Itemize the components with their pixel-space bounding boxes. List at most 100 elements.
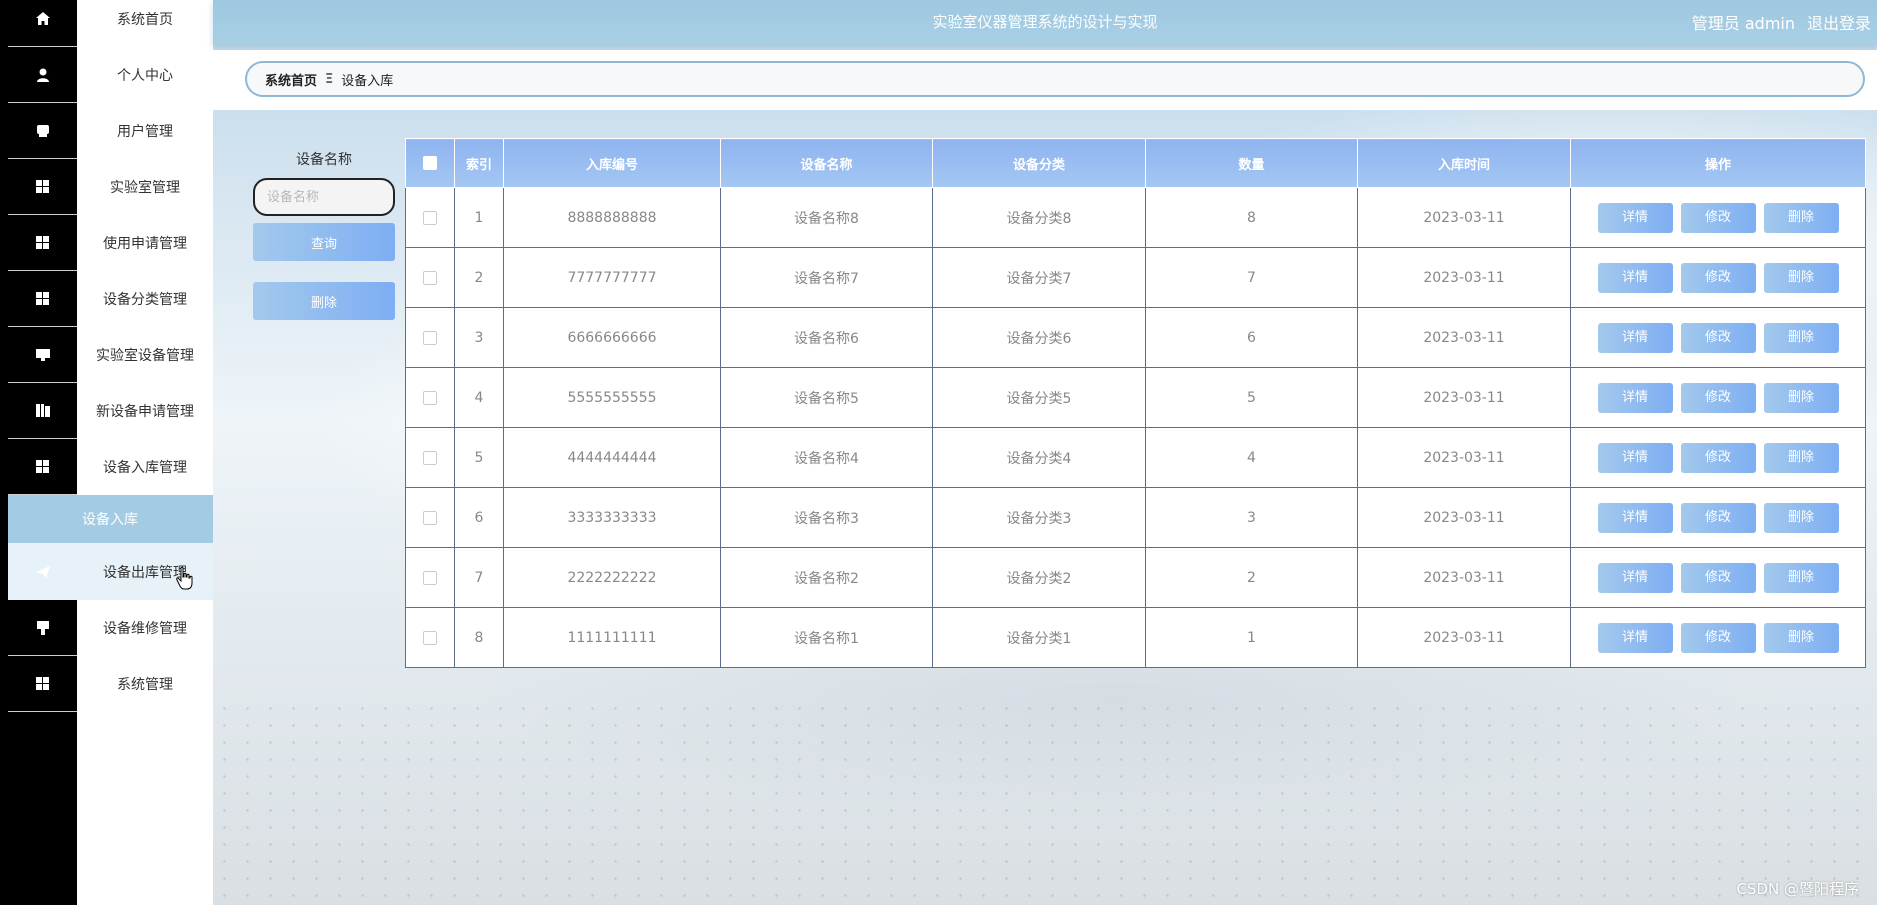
chat-icon [8,103,77,159]
edit-button[interactable]: 修改 [1680,622,1756,653]
sidebar-item-label: 设备分类管理 [103,292,187,308]
detail-button[interactable]: 详情 [1597,622,1673,653]
table-row: 6 3333333333 设备名称3 设备分类3 3 2023-03-11 详情 修改 删除 [405,487,1866,548]
row-checkbox[interactable] [423,450,437,465]
sidebar-item[interactable]: 实验室管理 [0,159,213,215]
sidebar-item[interactable]: 设备分类管理 [0,271,213,327]
table-row: 8 1111111111 设备名称1 设备分类1 1 2023-03-11 详情 修改 删除 [405,607,1866,668]
inbound-date: 2023-03-11 [1357,247,1571,308]
actions-cell: 详情 修改 删除 [1570,367,1866,428]
delete-button[interactable]: 删除 [1763,442,1839,473]
inbound-date: 2023-03-11 [1357,187,1571,248]
inbound-code: 3333333333 [503,487,721,548]
top-header: 实验室仪器管理系统的设计与实现 管理员 admin 退出登录 [213,0,1877,44]
sidebar-item[interactable]: 实验室设备管理 [0,327,213,383]
table-row: 3 6666666666 设备名称6 设备分类6 6 2023-03-11 详情 修改 删除 [405,307,1866,368]
equipment-name: 设备名称4 [720,427,933,488]
detail-button[interactable]: 详情 [1597,202,1673,233]
row-select-cell[interactable] [405,187,455,248]
sidebar-item[interactable]: 系统首页 [0,0,213,47]
grid-icon [8,439,77,495]
equipment-category: 设备分类7 [932,247,1146,308]
edit-button[interactable]: 修改 [1680,262,1756,293]
delete-button[interactable]: 删除 [1763,562,1839,593]
row-checkbox[interactable] [423,390,437,405]
delete-button[interactable]: 删除 [1763,202,1839,233]
row-index: 2 [454,247,504,308]
detail-button[interactable]: 详情 [1597,502,1673,533]
send-icon [8,543,77,600]
delete-button[interactable]: 删除 [1763,502,1839,533]
inbound-date: 2023-03-11 [1357,607,1571,668]
row-checkbox[interactable] [423,630,437,645]
detail-button[interactable]: 详情 [1597,382,1673,413]
row-checkbox[interactable] [423,510,437,525]
sidebar-item-label: 系统首页 [117,12,173,28]
grid-icon [8,159,77,215]
row-select-cell[interactable] [405,547,455,608]
select-all-header[interactable] [405,138,455,188]
table-row: 4 5555555555 设备名称5 设备分类5 5 2023-03-11 详情 修改 删除 [405,367,1866,428]
row-select-cell[interactable] [405,367,455,428]
row-select-cell[interactable] [405,427,455,488]
row-checkbox[interactable] [423,330,437,345]
edit-button[interactable]: 修改 [1680,442,1756,473]
search-label: 设备名称 [296,152,352,168]
column-header: 操作 [1570,138,1866,188]
delete-button[interactable]: 删除 [1763,622,1839,653]
breadcrumb: 系统首页 Ξ 设备入库 [245,61,1865,97]
row-select-cell[interactable] [405,247,455,308]
monitor-icon [8,327,77,383]
sidebar-item[interactable]: 设备入库管理 [0,439,213,495]
sidebar-item[interactable]: 使用申请管理 [0,215,213,271]
breadcrumb-home[interactable]: 系统首页 [265,70,317,89]
inbound-code: 7777777777 [503,247,721,308]
query-button[interactable]: 查询 [253,223,395,261]
equipment-category: 设备分类6 [932,307,1146,368]
detail-button[interactable]: 详情 [1597,562,1673,593]
grid-icon [8,656,77,712]
sidebar-item[interactable]: 设备维修管理 [0,600,213,656]
row-select-cell[interactable] [405,487,455,548]
submenu-item-equipment-inbound[interactable]: 设备入库 [8,495,213,543]
equipment-name: 设备名称2 [720,547,933,608]
row-select-cell[interactable] [405,607,455,668]
row-select-cell[interactable] [405,307,455,368]
grid-icon [8,271,77,327]
edit-button[interactable]: 修改 [1680,202,1756,233]
edit-button[interactable]: 修改 [1680,382,1756,413]
row-checkbox[interactable] [423,270,437,285]
sidebar-item[interactable]: 个人中心 [0,47,213,103]
equipment-name: 设备名称3 [720,487,933,548]
sidebar-item[interactable]: 系统管理 [0,656,213,712]
detail-button[interactable]: 详情 [1597,262,1673,293]
sidebar-item[interactable]: 用户管理 [0,103,213,159]
row-checkbox[interactable] [423,570,437,585]
quantity: 4 [1145,427,1358,488]
quantity: 2 [1145,547,1358,608]
user-icon [8,47,77,103]
delete-button[interactable]: 删除 [1763,262,1839,293]
equipment-name: 设备名称5 [720,367,933,428]
select-all-checkbox[interactable] [423,156,437,170]
row-checkbox[interactable] [423,210,437,225]
batch-delete-button[interactable]: 删除 [253,282,395,320]
quantity: 8 [1145,187,1358,248]
column-header: 入库编号 [503,138,721,188]
delete-button[interactable]: 删除 [1763,322,1839,353]
edit-button[interactable]: 修改 [1680,502,1756,533]
edit-button[interactable]: 修改 [1680,322,1756,353]
edit-button[interactable]: 修改 [1680,562,1756,593]
detail-button[interactable]: 详情 [1597,322,1673,353]
search-input[interactable] [253,178,395,216]
column-header: 索引 [454,138,504,188]
sidebar-item[interactable]: 新设备申请管理 [0,383,213,439]
data-table: 索引 入库编号 设备名称 设备分类 数量 入库时间 操作 1 8888888888 设备名称8 设… [405,138,1866,668]
row-index: 1 [454,187,504,248]
detail-button[interactable]: 详情 [1597,442,1673,473]
home-icon [8,0,77,47]
actions-cell: 详情 修改 删除 [1570,427,1866,488]
inbound-code: 5555555555 [503,367,721,428]
logout-link[interactable]: 退出登录 [1807,10,1871,34]
delete-button[interactable]: 删除 [1763,382,1839,413]
